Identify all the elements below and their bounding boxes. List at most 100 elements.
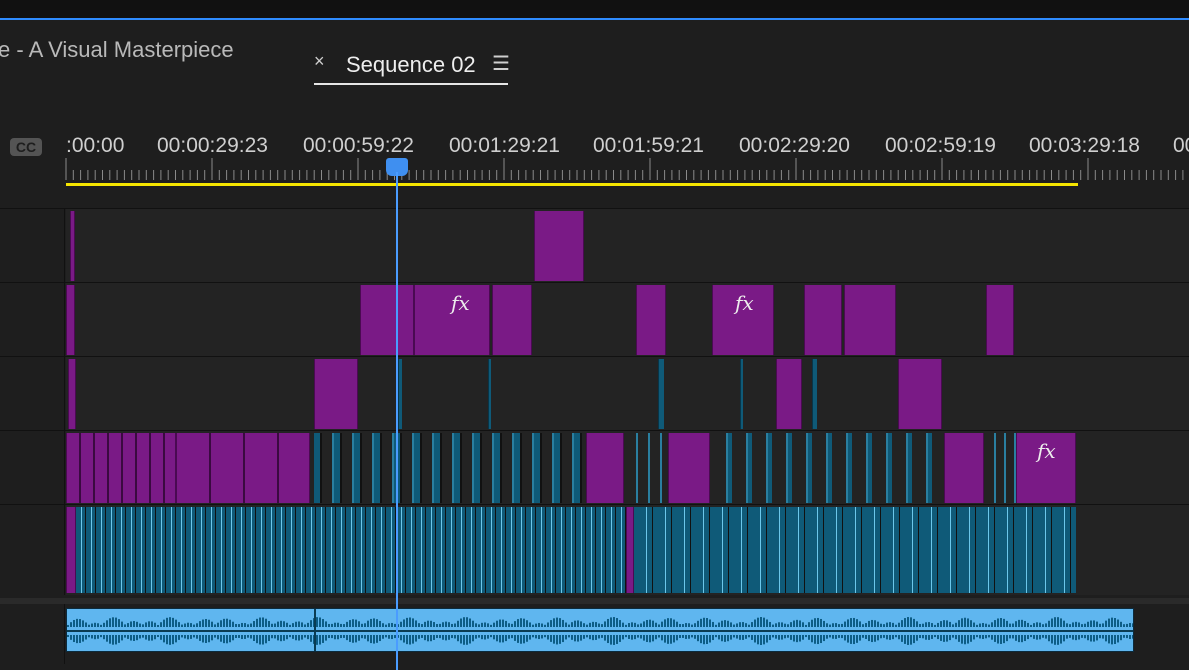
video-clip[interactable]	[360, 285, 414, 355]
waveform-peak	[652, 620, 654, 627]
waveform-peak	[850, 635, 852, 644]
hamburger-menu-icon[interactable]: ☰	[492, 51, 510, 76]
waveform-peak	[1063, 620, 1065, 627]
video-clip[interactable]	[66, 285, 75, 355]
waveform-peak	[292, 635, 294, 639]
tab-sequence-02[interactable]: × Sequence 02 ☰	[314, 47, 510, 85]
video-clip[interactable]	[740, 359, 743, 429]
waveform-peak	[247, 635, 249, 638]
waveform-peak	[613, 617, 615, 627]
video-clip[interactable]	[68, 359, 76, 429]
track-header[interactable]	[0, 505, 65, 595]
tab-project-title[interactable]: e - A Visual Masterpiece	[0, 37, 234, 63]
track-lane[interactable]	[66, 505, 1189, 595]
video-clip[interactable]	[986, 285, 1014, 355]
waveform-peak	[385, 624, 387, 627]
timecode-label: 00	[1173, 134, 1189, 157]
waveform-peak	[907, 617, 909, 627]
video-clip[interactable]	[398, 359, 402, 429]
blue-clip-group[interactable]	[626, 433, 666, 503]
playhead-line[interactable]	[396, 172, 398, 670]
time-ruler[interactable]: CC :00:00 00:00:29:23 00:00:59:22 00:01:…	[0, 130, 1189, 185]
blue-clip-group[interactable]	[986, 433, 1016, 503]
waveform-peak	[619, 620, 621, 627]
waveform-peak	[841, 635, 843, 639]
video-clip[interactable]	[66, 433, 176, 503]
video-clip[interactable]	[804, 285, 842, 355]
video-clip[interactable]	[66, 507, 76, 593]
blue-clip-group[interactable]	[712, 433, 942, 503]
waveform-peak	[193, 635, 195, 638]
track-header[interactable]	[0, 431, 65, 505]
track-lane[interactable]: fx fx	[66, 283, 1189, 357]
video-clip[interactable]	[812, 359, 817, 429]
waveform-peak	[469, 635, 471, 644]
video-clip[interactable]	[176, 433, 310, 503]
waveform-peak	[103, 635, 105, 640]
video-clip[interactable]	[314, 359, 358, 429]
waveform-peak	[736, 623, 738, 627]
waveform-peak	[874, 635, 876, 642]
waveform-peak	[973, 635, 975, 640]
waveform-peak	[262, 635, 264, 645]
closed-captions-icon[interactable]: CC	[10, 138, 42, 156]
video-clip[interactable]	[844, 285, 896, 355]
waveform-peak	[841, 623, 843, 627]
waveform-peak	[184, 635, 186, 639]
video-clip[interactable]: fx	[1016, 433, 1076, 503]
track-lane[interactable]	[66, 209, 1189, 283]
track-v1	[0, 504, 1189, 595]
waveform-peak	[139, 635, 141, 639]
video-clip[interactable]	[776, 359, 802, 429]
waveform-peak	[727, 635, 729, 642]
video-clip[interactable]	[626, 507, 634, 593]
video-clip[interactable]: fx	[712, 285, 774, 355]
waveform-peak	[118, 635, 120, 643]
waveform-peak	[499, 619, 501, 627]
waveform-peak	[484, 622, 486, 627]
track-lane[interactable]: fx	[66, 431, 1189, 505]
waveform-peak	[751, 622, 753, 627]
waveform-peak	[598, 635, 600, 639]
track-header[interactable]	[0, 283, 65, 357]
video-clip[interactable]	[534, 211, 584, 281]
waveform-peak	[1075, 635, 1077, 641]
waveform-peak	[883, 635, 885, 638]
video-clip[interactable]	[898, 359, 942, 429]
video-clip[interactable]	[944, 433, 984, 503]
track-lane[interactable]	[66, 357, 1189, 431]
track-header[interactable]	[0, 604, 65, 664]
video-clip[interactable]	[668, 433, 710, 503]
video-clip[interactable]	[586, 433, 624, 503]
waveform-peak	[901, 620, 903, 627]
waveform-peak	[1117, 619, 1119, 627]
waveform-peak	[745, 623, 747, 627]
waveform-peak	[517, 619, 519, 627]
video-clip[interactable]: fx	[414, 285, 490, 355]
waveform-peak	[172, 635, 174, 645]
audio-clip[interactable]	[66, 608, 1134, 652]
track-header[interactable]	[0, 357, 65, 431]
video-clip[interactable]	[70, 211, 75, 281]
waveform-peak	[493, 635, 495, 640]
track-header[interactable]	[0, 209, 65, 283]
waveform-peak	[409, 617, 411, 627]
waveform-peak	[982, 622, 984, 627]
waveform-peak	[472, 635, 474, 642]
blue-clip-group[interactable]	[76, 507, 626, 593]
blue-clip-group[interactable]	[634, 507, 1076, 593]
video-clip[interactable]	[492, 285, 532, 355]
video-clip[interactable]	[658, 359, 664, 429]
waveform-peak	[535, 635, 537, 639]
waveform-peak	[730, 635, 732, 640]
waveform-peak	[985, 635, 987, 639]
waveform-peak	[307, 635, 309, 640]
waveform-peak	[268, 620, 270, 627]
waveform-peak	[817, 617, 819, 627]
video-clip[interactable]	[636, 285, 666, 355]
video-clip[interactable]	[488, 359, 491, 429]
close-icon[interactable]: ×	[314, 51, 325, 72]
waveform-peak	[1003, 635, 1005, 644]
waveform-peak	[457, 620, 459, 627]
blue-clip-group[interactable]	[314, 433, 584, 503]
